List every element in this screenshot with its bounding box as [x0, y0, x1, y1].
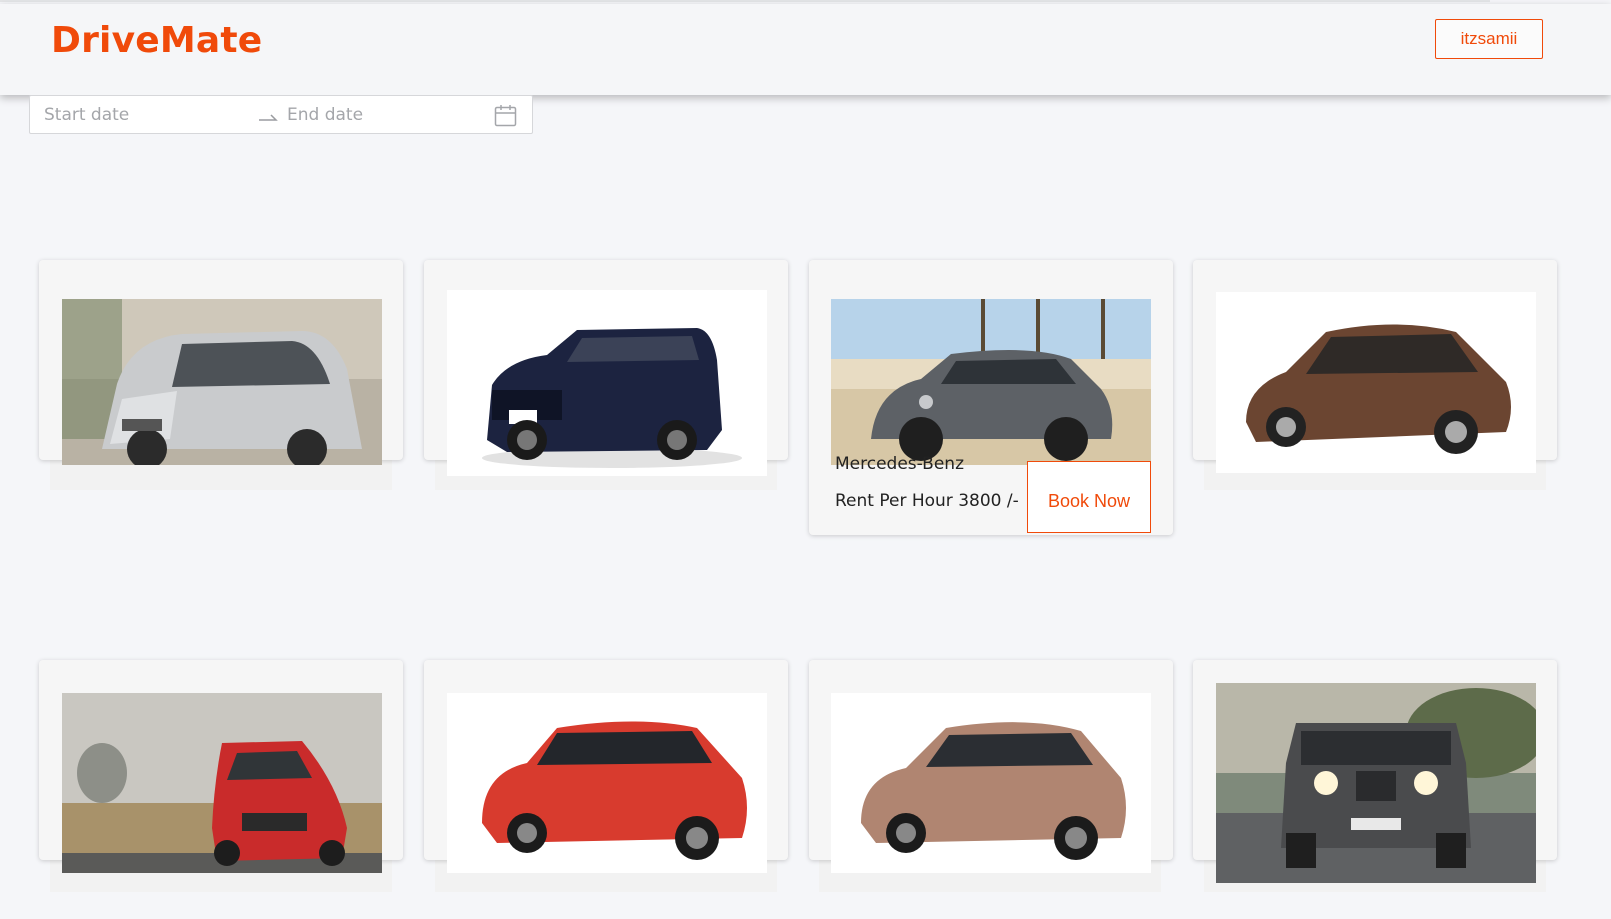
book-now-button[interactable]: Book Now — [1027, 461, 1151, 533]
brand-logo[interactable]: DriveMate — [51, 20, 262, 61]
calendar-icon[interactable] — [494, 104, 517, 127]
car-card[interactable] — [424, 660, 788, 873]
car-photo-red-hatchback[interactable] — [62, 693, 382, 873]
car-photo-bronze-coupe-suv[interactable] — [831, 693, 1151, 873]
car-photo-grey-offroader[interactable] — [1216, 683, 1536, 883]
car-card-expanded[interactable]: Mercedes-Benz Rent Per Hour 3800 /- Book… — [809, 260, 1173, 535]
car-name: Mercedes-Benz — [835, 454, 965, 474]
user-menu-button[interactable]: itzsamii — [1435, 19, 1543, 59]
car-card[interactable] — [1193, 660, 1557, 883]
end-date-input[interactable]: End date — [287, 105, 363, 125]
car-card[interactable] — [809, 660, 1173, 873]
car-photo-navy-suv[interactable] — [447, 290, 767, 476]
car-card[interactable] — [1193, 260, 1557, 473]
arrow-right-icon — [259, 114, 278, 121]
car-photo-red-crossover[interactable] — [447, 693, 767, 873]
car-photo-grey-sedan[interactable] — [831, 299, 1151, 465]
app-header: DriveMate itzsamii — [0, 4, 1611, 95]
car-photo-brown-sedan[interactable] — [1216, 292, 1536, 473]
car-photo-silver-hatchback[interactable] — [62, 299, 382, 465]
date-range-picker[interactable]: Start date End date — [29, 95, 533, 134]
car-card[interactable] — [424, 260, 788, 476]
start-date-input[interactable]: Start date — [44, 105, 129, 125]
car-card[interactable] — [39, 660, 403, 873]
car-rent-price: Rent Per Hour 3800 /- — [835, 491, 1019, 511]
top-border-line — [0, 0, 1490, 2]
car-card[interactable] — [39, 260, 403, 465]
